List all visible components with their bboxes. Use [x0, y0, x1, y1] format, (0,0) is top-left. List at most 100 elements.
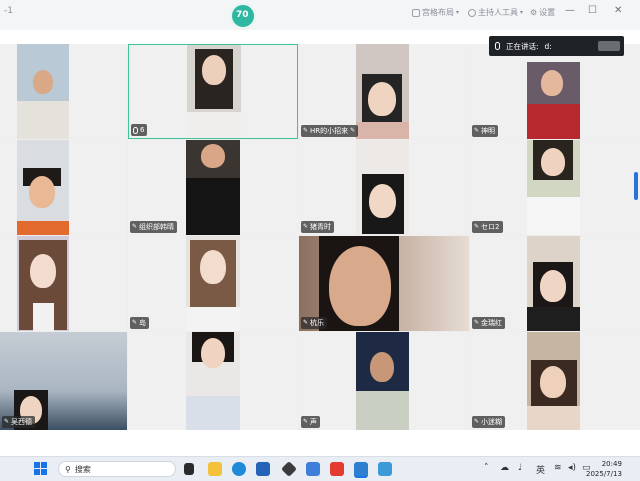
participant-nametag: ✎ 金瑞红: [472, 317, 506, 329]
participant-nametag: ✎ 吴西德: [2, 416, 36, 428]
microphone-icon[interactable]: ♩: [518, 463, 522, 473]
host-tools-button[interactable]: 主持人工具 ▾: [468, 7, 523, 18]
cloud-icon[interactable]: ☁: [500, 463, 509, 473]
participant-video: [527, 332, 580, 430]
mic-icon: [495, 42, 500, 50]
participant-video: [186, 236, 240, 331]
video-tile[interactable]: ✎ セロ2: [470, 140, 640, 235]
title-bar: -1 70 宫格布局 ▾ 主持人工具 ▾ ⚙ 设置 — ☐ ✕: [0, 0, 640, 30]
grid-layout-button[interactable]: 宫格布局 ▾: [412, 7, 459, 18]
participant-video: [527, 62, 580, 139]
clock-time: 20:49: [601, 460, 622, 468]
participant-name: 声: [310, 418, 318, 426]
rename-icon: ✎: [474, 223, 480, 230]
participant-nametag: ✎ 组织部韩晴: [130, 221, 178, 233]
rename-icon: ✎: [132, 223, 138, 230]
video-tile[interactable]: ✎ 杭乐: [299, 236, 469, 331]
taskbar-search-input[interactable]: ⚲ 搜索: [58, 461, 176, 477]
video-tile[interactable]: ✎ 小迷糊: [470, 332, 640, 430]
host-icon: [468, 8, 476, 17]
gear-icon: ⚙: [530, 8, 538, 17]
app-icon[interactable]: [281, 461, 297, 477]
app-logo-text: 70: [236, 10, 249, 20]
participant-name: 猪青时: [310, 223, 332, 231]
scroll-indicator[interactable]: [634, 172, 638, 200]
participant-video: [356, 140, 409, 235]
grid-icon: [412, 8, 420, 17]
participant-video: [356, 332, 409, 430]
participant-name: 小迷糊: [481, 418, 503, 426]
windows-start-icon[interactable]: [34, 462, 48, 476]
settings-label: 设置: [539, 8, 556, 17]
clock-date: 2025/7/13: [586, 470, 622, 478]
search-icon: ⚲: [65, 464, 71, 474]
participant-name: 组织部韩晴: [139, 223, 175, 231]
participant-video: [17, 140, 69, 235]
wps-icon[interactable]: [330, 462, 344, 476]
close-button[interactable]: ✕: [614, 5, 622, 16]
app-icon[interactable]: [306, 462, 320, 476]
video-grid: 6 ✎ HR的小招来 ✎ ✎ 神明 ✎ 组织部韩晴 ✎ 猪青时 ✎ セロ2 ✎ …: [0, 44, 640, 430]
edit-icon: ✎: [350, 127, 356, 134]
participant-name: 6: [140, 126, 145, 134]
edge-browser-icon[interactable]: [232, 462, 246, 476]
input-language[interactable]: 英: [536, 463, 545, 476]
app-logo-icon: 70: [230, 3, 256, 29]
participant-video: [527, 236, 580, 331]
rename-icon: ✎: [474, 418, 480, 425]
app-icon[interactable]: [378, 462, 392, 476]
grid-layout-label: 宫格布局: [422, 8, 454, 17]
task-view-icon[interactable]: [184, 463, 194, 475]
participant-nametag: ✎ 神明: [472, 125, 499, 137]
speaking-label: 正在讲话:: [506, 41, 539, 51]
participant-video: [186, 140, 240, 235]
video-tile[interactable]: [0, 44, 127, 139]
video-tile[interactable]: ✎ 神明: [470, 44, 640, 139]
video-tile[interactable]: ✎ 吴西德: [0, 332, 127, 430]
participant-nametag: ✎ HR的小招来 ✎: [301, 125, 359, 137]
rename-icon: ✎: [474, 127, 480, 134]
participant-video: [356, 44, 409, 139]
participant-video: [527, 140, 580, 235]
participant-nametag: 6: [131, 124, 148, 136]
video-tile[interactable]: [0, 140, 127, 235]
minimize-button[interactable]: —: [565, 5, 575, 16]
wifi-icon[interactable]: ≋: [554, 463, 562, 473]
video-tile[interactable]: ✎ 组织部韩晴: [128, 140, 298, 235]
rename-icon: ✎: [4, 418, 10, 425]
host-tools-label: 主持人工具: [478, 8, 518, 17]
video-tile[interactable]: ✎ 声: [299, 332, 469, 430]
rename-icon: ✎: [303, 223, 309, 230]
rename-icon: ✎: [303, 127, 309, 134]
video-tile[interactable]: 6: [128, 44, 298, 139]
participant-name: 岛: [139, 319, 147, 327]
participant-nametag: ✎ 猪青时: [301, 221, 335, 233]
participant-video: [17, 236, 69, 331]
system-clock[interactable]: 20:49 2025/7/13: [586, 459, 622, 479]
settings-button[interactable]: ⚙ 设置: [530, 7, 555, 18]
maximize-button[interactable]: ☐: [588, 5, 597, 16]
participant-video: [187, 45, 241, 138]
file-explorer-icon[interactable]: [208, 462, 222, 476]
participant-name: 金瑞红: [481, 319, 503, 327]
video-tile[interactable]: [0, 236, 127, 331]
chevron-up-icon[interactable]: ˄: [484, 463, 489, 473]
participant-nametag: ✎ セロ2: [472, 221, 503, 233]
meeting-app-icon[interactable]: [354, 462, 368, 478]
video-tile[interactable]: ✎ 金瑞红: [470, 236, 640, 331]
search-placeholder: 搜索: [74, 464, 91, 474]
volume-icon[interactable]: ◂): [568, 463, 576, 473]
participant-nametag: ✎ 声: [301, 416, 321, 428]
video-tile[interactable]: ✎ 岛: [128, 236, 298, 331]
speaking-name: d:: [544, 41, 552, 51]
video-tile[interactable]: [128, 332, 298, 430]
video-tile[interactable]: ✎ HR的小招来 ✎: [299, 44, 469, 139]
participant-name: 吴西德: [11, 418, 33, 426]
participant-nametag: ✎ 杭乐: [301, 317, 328, 329]
rename-icon: ✎: [132, 319, 138, 326]
window-title: -1: [4, 6, 13, 16]
participant-name: 杭乐: [310, 319, 325, 327]
mic-icon: [133, 126, 138, 134]
store-icon[interactable]: [256, 462, 270, 476]
video-tile[interactable]: ✎ 猪青时: [299, 140, 469, 235]
